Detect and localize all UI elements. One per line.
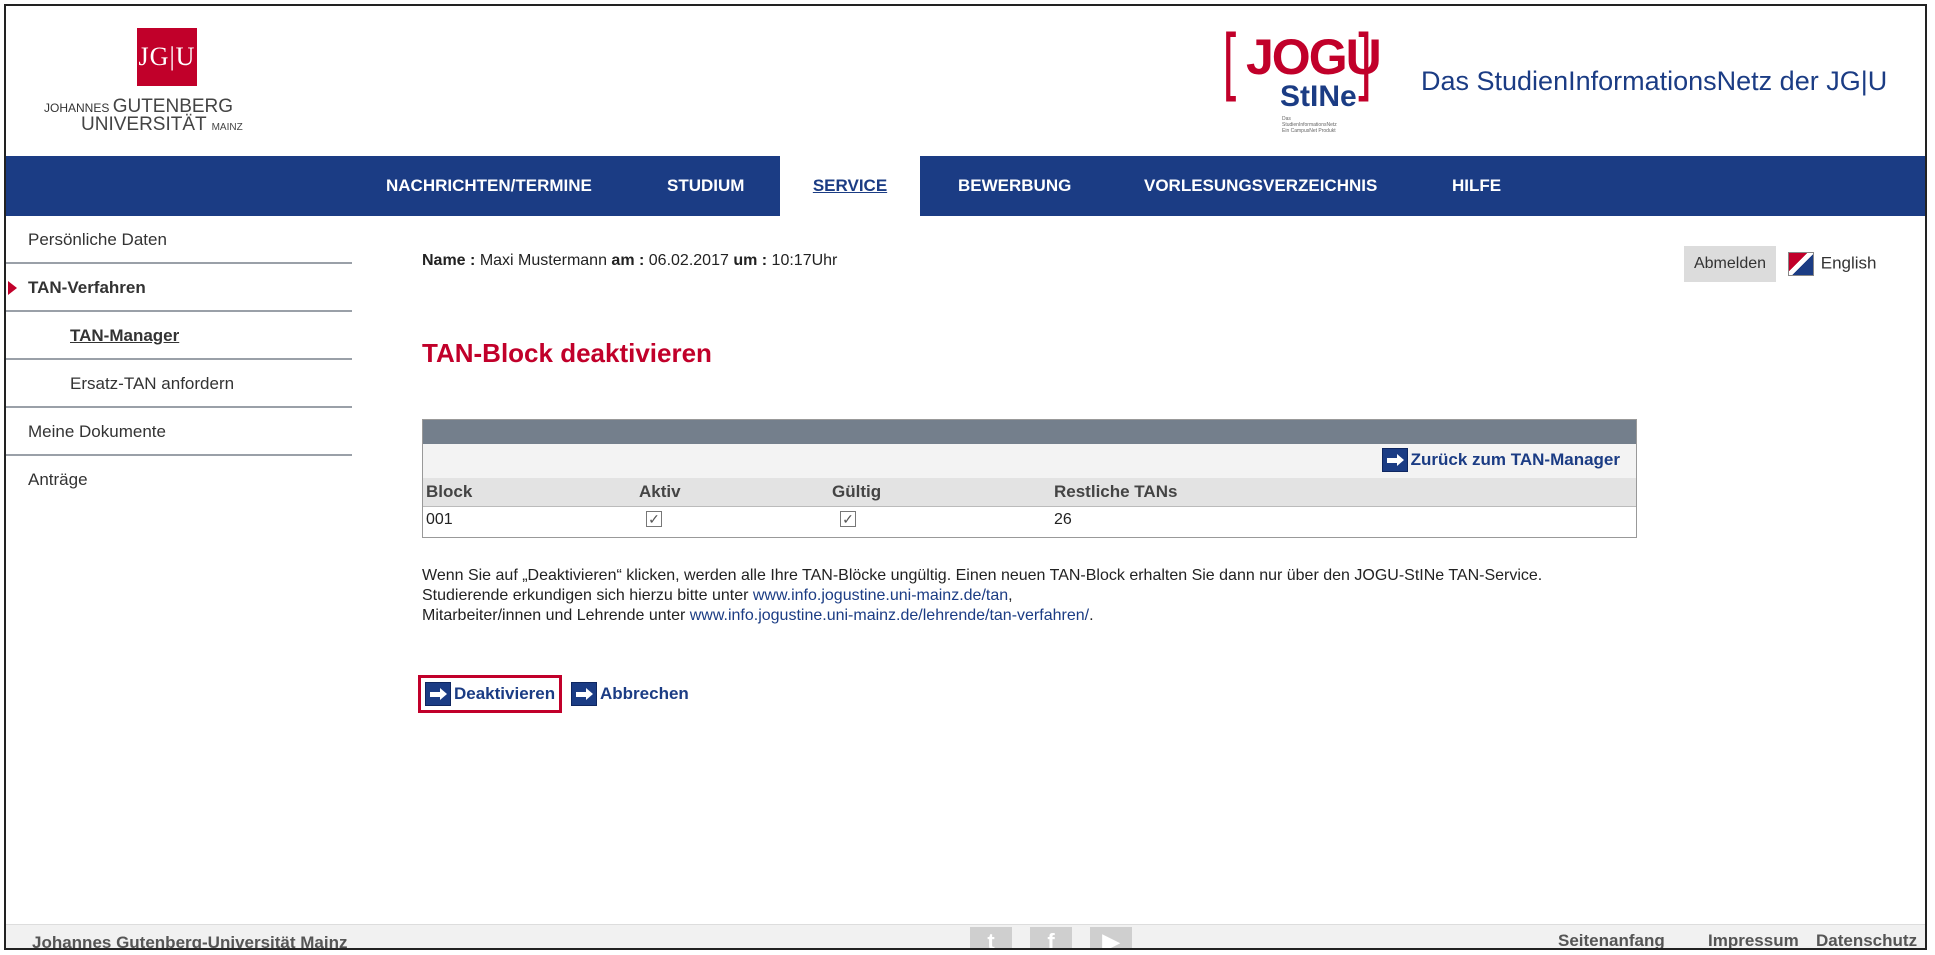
footer: Johannes Gutenberg-Universität Mainz t f… <box>6 924 1925 950</box>
table-header-bar <box>423 420 1636 444</box>
nav-nachrichten-termine[interactable]: NACHRICHTEN/TERMINE <box>386 156 592 216</box>
deactivate-button[interactable]: Deaktivieren <box>418 675 563 713</box>
aktiv-checkbox-icon: ✓ <box>646 511 662 527</box>
table-column-headers: Block Aktiv Gültig Restliche TANs <box>423 478 1636 506</box>
info-line-1: Wenn Sie auf „Deaktivieren“ klicken, wer… <box>422 567 1543 584</box>
column-header-gueltig: Gültig <box>832 482 882 501</box>
column-header-restliche-tans: Restliche TANs <box>1054 482 1178 501</box>
cancel-label: Abbrechen <box>600 684 689 703</box>
column-header-block: Block <box>426 482 473 501</box>
footer-link-seitenanfang[interactable]: Seitenanfang <box>1558 931 1665 948</box>
language-switch[interactable]: English <box>1788 252 1877 278</box>
sidebar-item-tan-verfahren[interactable]: TAN-Verfahren <box>6 264 352 312</box>
info-line-2: Studierende erkundigen sich hierzu bitte… <box>422 587 1013 604</box>
jgu-mark: JG|U <box>137 28 197 86</box>
twitter-icon[interactable]: t <box>970 927 1012 948</box>
jogustine-logo[interactable]: [ JOGU ] StINe Das StudienInformationsNe… <box>1216 20 1391 140</box>
date-label: am : <box>611 252 645 269</box>
user-name: Maxi Mustermann <box>479 252 607 269</box>
nav-studium[interactable]: STUDIUM <box>667 156 744 216</box>
sidebar-item-ersatz-tan[interactable]: Ersatz-TAN anfordern <box>6 360 352 408</box>
sidebar-item-persoenliche-daten[interactable]: Persönliche Daten <box>6 216 352 264</box>
active-marker-icon <box>8 281 17 295</box>
language-label: English <box>1820 253 1877 273</box>
sidebar-item-antraege[interactable]: Anträge <box>6 456 352 504</box>
uk-flag-icon <box>1788 252 1814 276</box>
footer-link-datenschutz[interactable]: Datenschutz <box>1816 931 1917 948</box>
sidebar-item-meine-dokumente[interactable]: Meine Dokumente <box>6 408 352 456</box>
jgu-logo[interactable]: JG|U JOHANNES GUTENBERG UNIVERSITÄT MAIN… <box>44 28 284 138</box>
table-toolbar: Zurück zum TAN-Manager <box>423 444 1636 478</box>
nav-vorlesungsverzeichnis[interactable]: VORLESUNGSVERZEICHNIS <box>1144 156 1377 216</box>
students-tan-link[interactable]: www.info.jogustine.uni-mainz.de/tan <box>753 587 1008 604</box>
cancel-button[interactable]: Abbrechen <box>571 680 689 708</box>
bracket-left-icon: [ <box>1222 20 1241 110</box>
stine-subtitle: Das StudienInformationsNetz Ein CampusNe… <box>1282 116 1337 134</box>
staff-tan-link[interactable]: www.info.jogustine.uni-mainz.de/lehrende… <box>690 607 1089 624</box>
login-time: 10:17Uhr <box>771 252 838 269</box>
table-row: 001 ✓ ✓ 26 <box>423 506 1636 537</box>
sidebar: Persönliche Daten TAN-Verfahren TAN-Mana… <box>6 216 352 504</box>
login-date: 06.02.2017 <box>648 252 729 269</box>
sidebar-item-label: TAN-Verfahren <box>28 278 146 297</box>
back-link-label: Zurück zum TAN-Manager <box>1410 450 1620 469</box>
main-nav: NACHRICHTEN/TERMINE STUDIUM SERVICE BEWE… <box>6 156 1925 216</box>
info-text: Wenn Sie auf „Deaktivieren“ klicken, wer… <box>422 566 1602 626</box>
bracket-right-icon: ] <box>1354 20 1373 110</box>
time-label: um : <box>733 252 768 269</box>
name-label: Name : <box>422 252 476 269</box>
arrow-right-icon <box>425 682 451 706</box>
cell-restliche-tans: 26 <box>1054 511 1072 528</box>
sidebar-item-tan-manager[interactable]: TAN-Manager <box>6 312 352 360</box>
youtube-icon[interactable]: ▶ <box>1090 927 1132 948</box>
user-info: Name : Maxi Mustermann am : 06.02.2017 u… <box>422 252 837 270</box>
nav-service[interactable]: SERVICE <box>780 156 920 216</box>
site-title: Das StudienInformationsNetz der JG|U <box>1421 66 1888 96</box>
info-line-3: Mitarbeiter/innen und Lehrende unter www… <box>422 607 1094 624</box>
cell-block: 001 <box>426 511 453 528</box>
back-to-tan-manager-link[interactable]: Zurück zum TAN-Manager <box>1381 448 1620 472</box>
browser-page: JG|U JOHANNES GUTENBERG UNIVERSITÄT MAIN… <box>4 4 1927 950</box>
page-title: TAN-Block deaktivieren <box>422 338 712 368</box>
nav-hilfe[interactable]: HILFE <box>1452 156 1501 216</box>
arrow-right-icon <box>571 682 597 706</box>
footer-university: Johannes Gutenberg-Universität Mainz <box>32 933 348 950</box>
header: JG|U JOHANNES GUTENBERG UNIVERSITÄT MAIN… <box>6 6 1925 156</box>
nav-bewerbung[interactable]: BEWERBUNG <box>958 156 1071 216</box>
arrow-right-icon <box>1381 448 1408 472</box>
jgu-wordmark-line2: UNIVERSITÄT MAINZ <box>81 114 243 135</box>
facebook-icon[interactable]: f <box>1030 927 1072 948</box>
logout-button[interactable]: Abmelden <box>1684 246 1776 282</box>
deactivate-label: Deaktivieren <box>454 684 556 703</box>
column-header-aktiv: Aktiv <box>639 482 681 501</box>
footer-link-impressum[interactable]: Impressum <box>1708 931 1799 948</box>
tan-block-table: Zurück zum TAN-Manager Block Aktiv Gülti… <box>422 419 1637 538</box>
gueltig-checkbox-icon: ✓ <box>840 511 856 527</box>
stine-wordmark: StINe <box>1280 80 1357 113</box>
